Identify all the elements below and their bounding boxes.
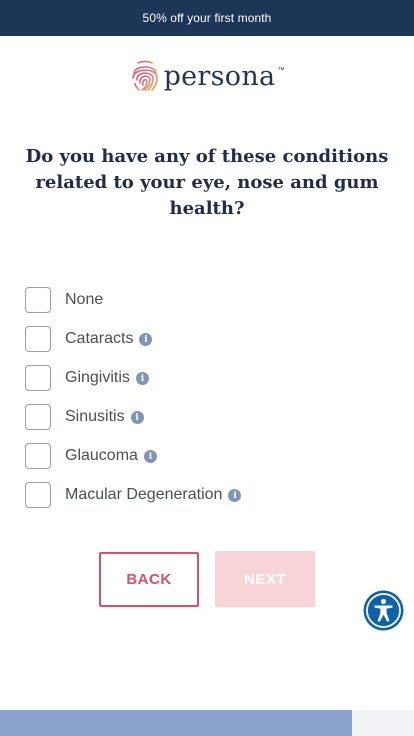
info-icon[interactable]: i bbox=[130, 411, 144, 424]
trademark-symbol: ™ bbox=[277, 67, 285, 74]
checkbox[interactable] bbox=[25, 482, 51, 508]
option-label: Sinusitis bbox=[65, 408, 125, 425]
header: persona ™ bbox=[0, 36, 414, 116]
option-macular-degeneration[interactable]: Macular Degeneration i bbox=[25, 482, 385, 508]
option-label: Glaucoma bbox=[65, 447, 138, 464]
checkbox[interactable] bbox=[25, 365, 51, 391]
option-none[interactable]: None bbox=[25, 287, 385, 313]
info-icon[interactable]: i bbox=[135, 372, 149, 385]
condition-options: None Cataracts i Gingivitis i Sinusitis … bbox=[25, 287, 385, 521]
accessibility-icon bbox=[363, 590, 404, 631]
back-button[interactable]: BACK bbox=[99, 552, 199, 607]
checkbox[interactable] bbox=[25, 404, 51, 430]
option-gingivitis[interactable]: Gingivitis i bbox=[25, 365, 385, 391]
option-label: None bbox=[65, 291, 104, 308]
option-label: Cataracts bbox=[65, 330, 134, 347]
option-sinusitis[interactable]: Sinusitis i bbox=[25, 404, 385, 430]
option-label: Gingivitis bbox=[65, 369, 130, 386]
progress-fill bbox=[0, 710, 352, 736]
checkbox[interactable] bbox=[25, 326, 51, 352]
info-icon[interactable]: i bbox=[228, 489, 242, 502]
option-glaucoma[interactable]: Glaucoma i bbox=[25, 443, 385, 469]
fingerprint-logo-icon bbox=[131, 60, 158, 91]
info-icon[interactable]: i bbox=[139, 333, 153, 346]
progress-bar bbox=[0, 710, 414, 736]
option-label: Macular Degeneration bbox=[65, 486, 223, 503]
persona-logo[interactable]: persona ™ bbox=[130, 59, 285, 93]
checkbox[interactable] bbox=[25, 287, 51, 313]
next-button[interactable]: NEXT bbox=[215, 551, 315, 607]
info-icon[interactable]: i bbox=[143, 450, 157, 463]
accessibility-button[interactable] bbox=[363, 590, 404, 631]
promo-text: 50% off your first month bbox=[142, 11, 272, 25]
checkbox[interactable] bbox=[25, 443, 51, 469]
question-heading: Do you have any of these conditions rela… bbox=[25, 146, 389, 219]
brand-name: persona bbox=[163, 60, 276, 92]
promo-banner: 50% off your first month bbox=[0, 0, 414, 36]
option-cataracts[interactable]: Cataracts i bbox=[25, 326, 385, 352]
